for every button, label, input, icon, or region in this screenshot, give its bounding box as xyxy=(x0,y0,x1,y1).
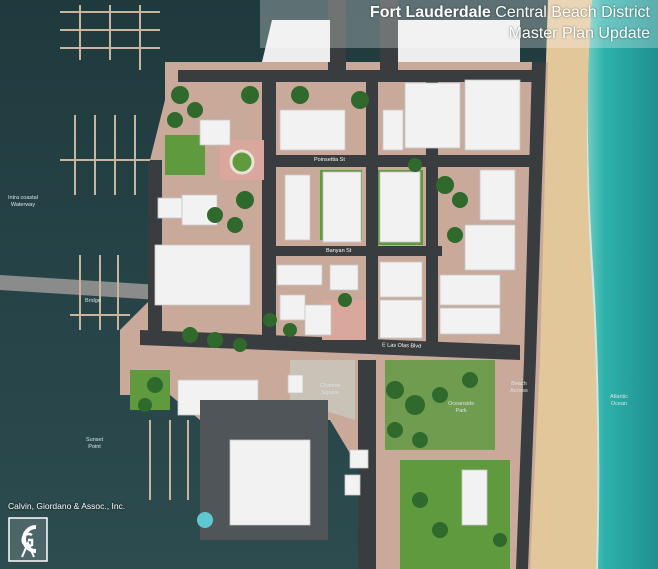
title-rest: Central Beach District xyxy=(490,4,650,21)
building xyxy=(287,374,304,394)
firm-credit: Calvin, Giordano & Assoc., Inc. xyxy=(8,501,126,511)
building xyxy=(404,82,461,149)
beach-label-line1: Beach xyxy=(511,381,527,387)
building xyxy=(479,169,516,221)
sunset-label-line2: Point xyxy=(88,444,101,450)
building xyxy=(379,261,423,298)
hotel-tower xyxy=(229,439,311,526)
beach-access-label: Beach Access xyxy=(510,381,528,395)
poinsettia-st-label: Poinsettia St xyxy=(314,157,345,163)
street-mid xyxy=(366,82,378,352)
oceanside-park-label: Oceanside Park xyxy=(448,401,474,415)
building xyxy=(464,224,516,271)
building xyxy=(284,174,311,241)
building xyxy=(279,294,306,321)
building xyxy=(379,171,421,243)
atlantic-ocean-label: Atlantic Ocean xyxy=(610,394,628,408)
bridge-label: Bridge xyxy=(85,298,101,304)
building xyxy=(276,264,323,286)
map-canvas xyxy=(0,0,658,569)
banyan-st-label: Banyan St xyxy=(326,248,352,254)
pool xyxy=(197,512,213,528)
title-bold: Fort Lauderdale xyxy=(369,4,491,21)
site-plan-map: Intra coastal Waterway Bridge Sunset Poi… xyxy=(0,0,658,569)
building xyxy=(329,264,359,291)
map-subtitle: Master Plan Update xyxy=(508,25,650,42)
channel-label-line2: Square xyxy=(321,390,340,396)
channel-square-label: Channel Square xyxy=(320,383,341,397)
banyan-street xyxy=(262,246,442,256)
oceanside-park xyxy=(385,360,495,450)
map-title: Fort Lauderdale Central Beach District xyxy=(370,4,650,22)
atlantic-label-line2: Ocean xyxy=(610,401,628,407)
building xyxy=(154,244,251,306)
building xyxy=(379,299,423,339)
building xyxy=(464,79,521,151)
building xyxy=(322,171,362,243)
atlantic-label-line1: Atlantic xyxy=(610,394,629,400)
park-northwest xyxy=(165,135,205,175)
oceanside-label-line2: Park xyxy=(455,408,467,414)
poinsettia-street xyxy=(262,155,532,167)
park-southeast xyxy=(400,460,510,569)
building xyxy=(157,197,183,219)
beach-label-line2: Access xyxy=(510,388,528,394)
sunset-label-line1: Sunset xyxy=(86,437,104,443)
street-west-a xyxy=(262,82,276,342)
building xyxy=(349,449,369,469)
firm-logo xyxy=(8,517,48,562)
roundabout xyxy=(229,149,255,175)
building xyxy=(279,109,346,151)
building xyxy=(382,109,404,151)
building xyxy=(304,304,332,336)
intracoastal-label-line1: Intra coastal xyxy=(8,195,38,201)
building xyxy=(439,307,501,335)
building xyxy=(344,474,361,496)
building xyxy=(461,469,488,526)
building xyxy=(439,274,501,306)
building xyxy=(199,119,231,146)
intracoastal-label: Intra coastal Waterway xyxy=(8,195,38,209)
channel-label-line1: Channel xyxy=(320,383,341,389)
oceanside-label-line1: Oceanside xyxy=(448,401,475,407)
intracoastal-label-line2: Waterway xyxy=(10,202,36,208)
sunset-point-label: Sunset Point xyxy=(86,437,103,451)
